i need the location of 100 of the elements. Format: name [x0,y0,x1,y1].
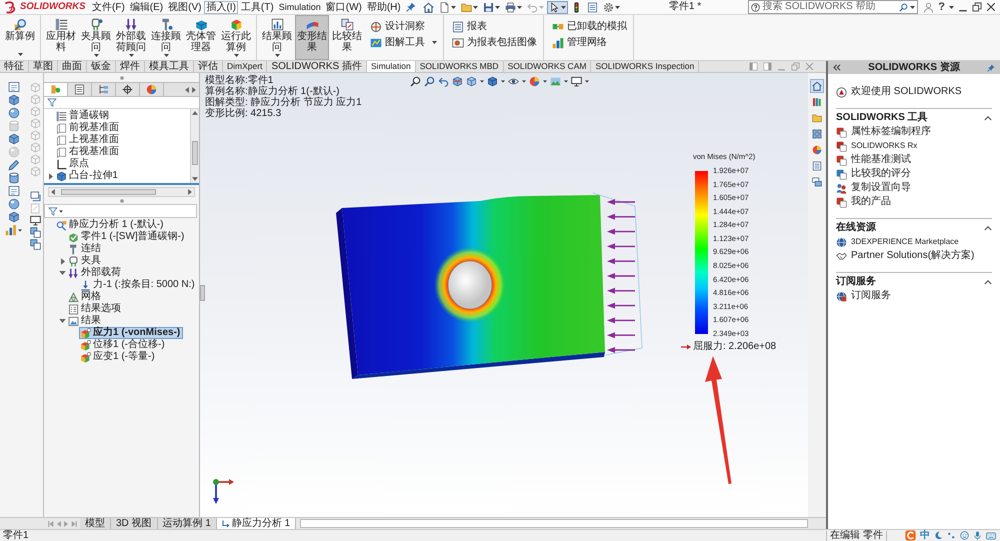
resource-link[interactable]: 订阅服务 [836,289,891,303]
document-tab[interactable]: 3D 视图 [111,518,158,529]
command-tab[interactable]: Simulation [367,61,416,72]
resource-link[interactable]: 性能基准测试 [836,153,911,167]
tree-item[interactable]: 凸台-拉伸1 [55,170,121,182]
ribbon-button[interactable]: 图解工具 [367,35,440,50]
caret-icon[interactable] [949,6,954,8]
ribbon-button[interactable]: 比较结果 [330,15,364,60]
caret-icon[interactable] [501,80,505,83]
tree-item[interactable]: 力-1 (:按条目: 5000 N:) [79,279,198,291]
moon-icon[interactable] [934,531,943,540]
close-icon[interactable] [986,2,996,12]
caret-icon[interactable] [274,54,280,57]
caret-icon[interactable] [516,6,522,8]
resource-link[interactable]: Partner Solutions(解决方案) [836,249,974,263]
split-window-icon[interactable] [763,62,772,71]
search-icon[interactable] [899,2,908,12]
tree-item[interactable]: 应力1 (-vonMises-) [79,327,184,339]
sphere-icon[interactable] [8,107,20,119]
menu-item[interactable]: 帮助(H) [364,0,403,14]
ribbon-button[interactable]: 管理网络 [549,35,630,50]
expand-arrow-icon[interactable] [60,258,64,264]
grip-icon[interactable] [120,198,124,202]
split-window-icon[interactable] [749,62,758,71]
down-arrow-icon[interactable] [192,177,198,181]
ribbon-button[interactable]: 变形结果 [295,15,329,60]
bar-chart-icon[interactable] [5,224,17,236]
vertical-scrollbar[interactable] [190,109,199,183]
tree-item[interactable]: 结果 [67,315,104,327]
tree-item[interactable]: 零件1 (-[SW]普通碳钢-) [67,231,188,243]
input-mode-button[interactable]: 中 [920,530,930,541]
back-arrow-icon[interactable] [438,76,449,87]
toolbar-button[interactable] [458,0,480,14]
tree-item[interactable]: 连结 [67,243,104,255]
caret-icon[interactable] [450,6,456,8]
magnifier-icon[interactable] [424,76,435,87]
caret-icon[interactable] [614,6,620,8]
document-tab[interactable]: 静应力分析 1 [216,518,296,529]
resource-link[interactable]: 欢迎使用 SOLIDWORKS [836,85,962,99]
caret-icon[interactable] [432,41,437,44]
tree-item[interactable]: 应变1 (-等量-) [79,351,158,363]
double-chevron-icon[interactable] [833,64,841,71]
logo-icon[interactable] [905,530,916,541]
color-sphere-icon[interactable] [810,143,824,157]
right-arrow-icon[interactable] [188,189,192,195]
expand-arrow-icon[interactable] [48,172,52,180]
filter-field[interactable] [44,204,197,218]
caret-icon[interactable] [59,210,63,212]
cube-icon[interactable] [8,94,20,106]
caret-icon[interactable] [94,54,98,57]
cube-icon[interactable] [466,76,477,87]
punctuation-icon[interactable] [947,531,956,540]
resource-link[interactable]: 我的产品 [836,195,891,209]
caret-icon[interactable] [564,80,568,83]
list-icon[interactable] [810,159,824,173]
magnifier-icon[interactable] [410,76,421,87]
tree-item[interactable]: 网格 [67,291,104,303]
microphone-icon[interactable] [973,531,982,540]
collapse-handle[interactable] [200,285,205,301]
stacked-squares-icon[interactable] [30,239,40,250]
pencil-icon[interactable] [8,159,20,171]
ribbon-button[interactable]: 连接顾问 [149,15,183,60]
tree-item[interactable]: 静应力分析 1 (-默认-) [55,219,166,231]
caret-icon[interactable] [560,6,566,8]
ribbon-button[interactable]: 夹具顾问 [79,15,113,60]
caret-icon[interactable] [234,54,238,57]
ribbon-button[interactable]: 为报表包括图像 [449,35,540,50]
menu-item[interactable]: 窗口(W) [324,0,364,14]
restore-icon[interactable] [972,2,982,12]
cylinder-icon[interactable] [8,172,20,184]
sphere-icon[interactable] [8,198,20,210]
resource-link[interactable]: 比较我的评分 [836,167,911,181]
menu-item[interactable]: 工具(T) [238,0,276,14]
eye-icon[interactable] [508,76,519,87]
ribbon-button[interactable]: 设计洞察 [367,19,440,34]
filter-field[interactable] [44,97,199,109]
tree-item[interactable]: 上视基准面 [55,134,122,146]
ribbon-button[interactable]: 已卸载的模拟 [549,19,630,34]
cube-icon[interactable] [8,211,20,223]
chevron-up-icon[interactable] [984,279,992,285]
caret-icon[interactable] [128,54,134,57]
sheet-icon[interactable] [8,185,20,197]
monitor-icon[interactable] [571,76,582,87]
pin-icon[interactable] [406,2,416,12]
menu-item[interactable]: 插入(I) [204,0,238,14]
stacked-squares-icon[interactable] [30,227,40,238]
menu-item[interactable]: 文件(F) [90,0,127,14]
tree-item[interactable]: 位移1 (-合位移-) [79,339,168,351]
right-arrow-icon[interactable] [192,86,196,92]
document-tab[interactable]: 模型 [80,518,111,529]
caret-icon[interactable] [472,6,478,8]
menu-item[interactable]: 视图(V) [166,0,204,14]
collapse-arrow-icon[interactable] [59,271,66,275]
ribbon-button[interactable]: 结果顾问 [260,15,294,60]
menu-item[interactable]: Simulation [276,0,323,14]
tree-item[interactable]: 前视基准面 [55,122,122,134]
left-arrow-icon[interactable] [51,189,55,195]
caret-icon[interactable] [910,6,916,8]
caret-icon[interactable] [164,54,168,57]
smiley-icon[interactable] [960,531,969,540]
